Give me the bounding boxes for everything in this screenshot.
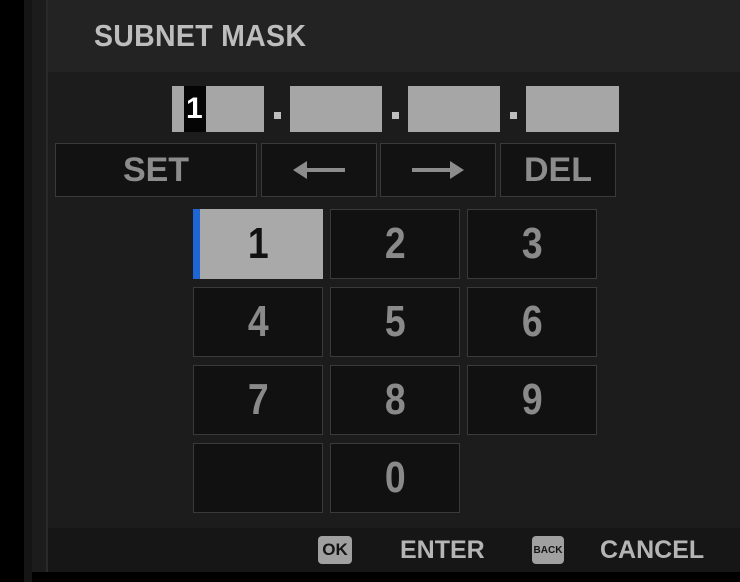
key-label: 5 xyxy=(384,297,406,346)
bezel-edge xyxy=(24,0,32,582)
address-octet-4[interactable] xyxy=(526,86,619,132)
key-3[interactable]: 3 xyxy=(467,209,597,279)
cursor-left-button[interactable] xyxy=(261,143,377,197)
octet-separator xyxy=(392,112,399,119)
key-4[interactable]: 4 xyxy=(193,287,323,357)
key-8[interactable]: 8 xyxy=(330,365,460,435)
right-arrow-icon xyxy=(412,161,464,179)
key-label: 1 xyxy=(247,219,269,268)
entered-digit: 1 xyxy=(186,92,203,125)
key-label: 4 xyxy=(247,297,269,346)
page-title: SUBNET MASK xyxy=(94,18,307,53)
key-label: 9 xyxy=(521,375,543,424)
screen-edge-line xyxy=(46,0,48,572)
octet-separator xyxy=(274,112,281,119)
left-arrow-icon xyxy=(293,161,345,179)
enter-hint[interactable]: ENTER xyxy=(400,536,485,564)
key-label: 0 xyxy=(384,453,406,502)
back-badge-label: BACK xyxy=(533,544,563,556)
set-button[interactable]: SET xyxy=(55,143,257,197)
key-label: 8 xyxy=(384,375,406,424)
focus-indicator xyxy=(193,209,200,279)
delete-button-label: DEL xyxy=(524,150,592,189)
key-0[interactable]: 0 xyxy=(330,443,460,513)
cancel-hint[interactable]: CANCEL xyxy=(600,536,704,564)
key-label: 3 xyxy=(521,219,543,268)
ok-badge-label: OK xyxy=(322,540,348,559)
key-1[interactable]: 1 xyxy=(193,209,323,279)
key-6[interactable]: 6 xyxy=(467,287,597,357)
key-label: 2 xyxy=(384,219,406,268)
key-5[interactable]: 5 xyxy=(330,287,460,357)
set-button-label: SET xyxy=(122,150,190,189)
key-7[interactable]: 7 xyxy=(193,365,323,435)
back-button-icon: BACK xyxy=(532,536,564,564)
address-octet-3[interactable] xyxy=(408,86,500,132)
key-label: 7 xyxy=(247,375,269,424)
key-label: 6 xyxy=(521,297,543,346)
bezel-left xyxy=(0,0,24,582)
delete-button[interactable]: DEL xyxy=(500,143,616,197)
ok-button-icon: OK xyxy=(318,536,352,564)
key-9[interactable]: 9 xyxy=(467,365,597,435)
octet-separator xyxy=(510,112,517,119)
address-octet-2[interactable] xyxy=(290,86,382,132)
key-2[interactable]: 2 xyxy=(330,209,460,279)
key-blank[interactable] xyxy=(193,443,323,513)
cursor-right-button[interactable] xyxy=(380,143,496,197)
